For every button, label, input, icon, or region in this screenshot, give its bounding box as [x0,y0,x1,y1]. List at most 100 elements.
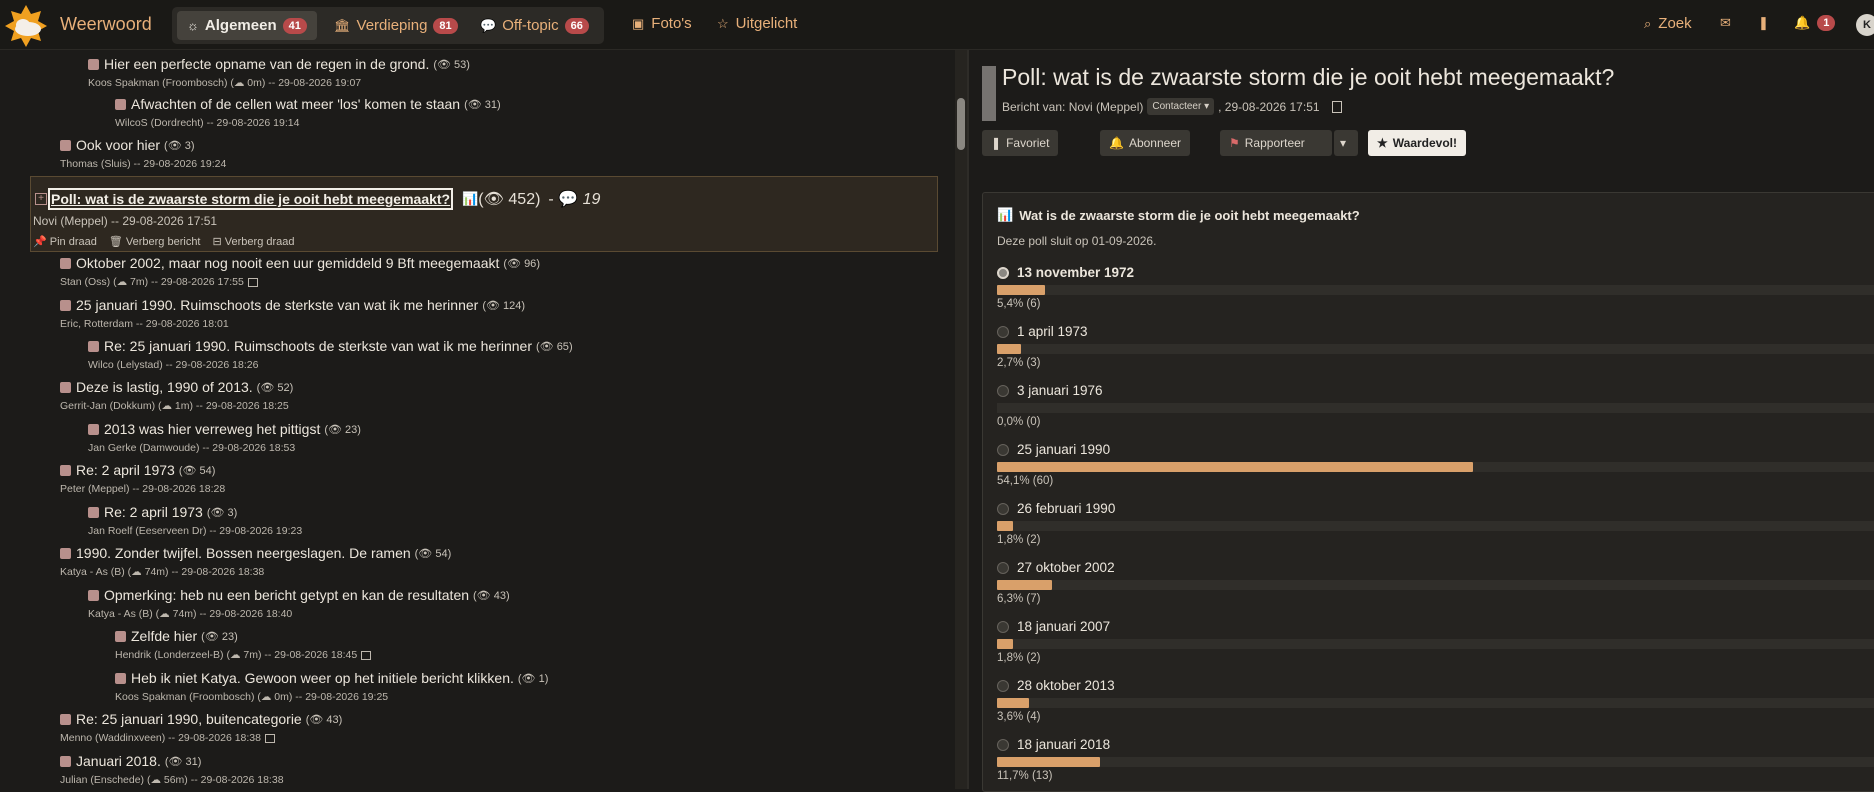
radio-button[interactable] [997,502,1009,515]
list-item[interactable]: Opmerking: heb nu een bericht getypt en … [88,587,510,620]
poll-percentage: 54,1% (60) [997,475,1054,487]
poll-option[interactable]: 26 februari 1990 1,8% (2) [997,501,1874,546]
author-name[interactable]: Bericht van: Novi (Meppel) [1002,100,1143,114]
list-item[interactable]: Heb ik niet Katya. Gewoon weer op het in… [115,670,548,703]
views-value: 96 [524,257,537,270]
list-item[interactable]: Re: 25 januari 1990, buitencategorie (👁 4… [60,711,342,744]
copy-icon[interactable] [1331,100,1342,113]
chat-icon: 💬 [480,17,497,33]
selected-thread[interactable]: + Poll: wat is de zwaarste storm die je … [30,176,938,252]
views-value: 65 [556,340,569,353]
post-meta: Koos Spakman (Froombosch) (☁ 0m) -- 29-0… [88,77,362,89]
views-value: 54 [435,547,448,560]
post-meta: WilcoS (Dordrecht) -- 29-08-2026 19:14 [115,117,300,129]
report-button[interactable]: ⚑ Rapporteer [1220,130,1332,156]
post-meta: Menno (Waddinxveen) -- 29-08-2026 18:38 [60,732,261,744]
post-meta: Katya - As (B) (☁ 74m) -- 29-08-2026 18:… [60,566,265,578]
edit-icon [361,650,372,660]
search-label: Zoek [1658,15,1692,32]
views-count: (👁 54) [414,547,452,560]
radio-button[interactable] [997,266,1009,279]
post-marker-icon [60,713,71,725]
photos-link[interactable]: ▣ Foto's [632,15,692,32]
list-item[interactable]: Re: 25 januari 1990. Ruimschoots de ster… [88,338,573,371]
subscribe-button[interactable]: 🔔 Abonneer [1100,130,1190,156]
views-value: 124 [503,299,522,312]
radio-button[interactable] [997,443,1009,456]
avatar[interactable]: K [1856,14,1874,36]
scrollbar-thumb[interactable] [957,98,965,150]
post-marker-icon [88,589,99,601]
list-item[interactable]: Hier een perfecte opname van de regen in… [88,56,470,89]
report-dropdown-button[interactable]: ▾ [1334,130,1358,156]
option-text: 26 februari 1990 [1017,501,1116,516]
post-meta: Jan Gerke (Damwoude) -- 29-08-2026 18:53 [88,442,296,454]
mail-button[interactable]: ✉ [1720,15,1731,31]
poll-option[interactable]: 1 april 1973 2,7% (3) [997,324,1874,369]
radio-button[interactable] [997,325,1009,338]
list-item[interactable]: 1990. Zonder twijfel. Bossen neergeslage… [60,545,451,578]
poll-bar-fill [997,580,1053,590]
list-item[interactable]: Afwachten of de cellen wat meer 'los' ko… [115,96,501,129]
logo-icon[interactable] [4,4,48,48]
tab-verdieping[interactable]: 🏛 Verdieping 81 [324,11,468,40]
top-bar: Weerwoord ☼ Algemeen 41 🏛 Verdieping 81 … [0,0,1874,50]
brand-name[interactable]: Weerwoord [60,14,152,35]
list-item[interactable]: Januari 2018. (👁 31) Julian (Enschede) (☁… [60,753,284,786]
poll-option[interactable]: 13 november 1972 5,4% (6) [997,265,1874,310]
list-item[interactable]: Re: 2 april 1973 (👁 54) Peter (Meppel) --… [60,462,225,495]
radio-button[interactable] [997,679,1009,692]
reply-value: 19 [582,191,601,208]
expand-icon[interactable]: + [35,193,47,205]
favorite-button[interactable]: ❚ Favoriet [982,130,1059,156]
poll-option[interactable]: 27 oktober 2002 6,3% (7) [997,560,1874,605]
notifications-button[interactable]: 🔔 1 [1794,15,1836,31]
post-meta: Katya - As (B) (☁ 74m) -- 29-08-2026 18:… [88,608,293,620]
post-marker-icon [60,755,71,767]
featured-link[interactable]: ☆ Uitgelicht [717,15,797,32]
list-item[interactable]: Deze is lastig, 1990 of 2013. (👁 52) Gerr… [60,379,293,412]
tab-algemeen[interactable]: ☼ Algemeen 41 [177,11,317,40]
views-count: (👁 124) [482,299,526,312]
list-item[interactable]: Re: 2 april 1973 (👁 3) Jan Roelf (Eeserve… [88,504,302,537]
poll-bar-track [997,285,1874,295]
poll-option[interactable]: 18 januari 2018 11,7% (13) [997,737,1874,782]
radio-button[interactable] [997,620,1009,633]
reply-count: - 💬 19 [548,191,601,208]
tab-off-topic[interactable]: 💬 Off-topic 66 [470,11,599,40]
thread-title-link[interactable]: Poll: wat is de zwaarste storm die je oo… [47,188,454,210]
thread-list-scrollbar[interactable] [955,50,967,789]
hide-post-button[interactable]: 🗑 Verberg bericht [109,235,201,248]
radio-button[interactable] [997,738,1009,751]
contact-dropdown[interactable]: Contacteer ▾ [1147,98,1215,115]
search-link[interactable]: ⌕ Zoek [1644,15,1692,32]
list-item[interactable]: Oktober 2002, maar nog nooit een uur gem… [60,255,540,288]
poll-option[interactable]: 3 januari 1976 0,0% (0) [997,383,1874,428]
poll-percentage: 2,7% (3) [997,357,1041,369]
views-value: 31 [185,755,198,768]
caret-down-icon: ▾ [1204,101,1210,112]
poll-option[interactable]: 18 januari 2007 1,8% (2) [997,619,1874,664]
list-item[interactable]: 2013 was hier verreweg het pittigst (👁 23… [88,421,361,454]
poll-bar-fill [997,285,1045,295]
valuable-button[interactable]: ★ Waardevol! [1368,130,1467,156]
poll-option[interactable]: 28 oktober 2013 3,6% (4) [997,678,1874,723]
radio-button[interactable] [997,561,1009,574]
favorite-label: Favoriet [1006,136,1050,150]
post-meta: Jan Roelf (Eeserveen Dr) -- 29-08-2026 1… [88,525,303,537]
list-item[interactable]: 25 januari 1990. Ruimschoots de sterkste… [60,297,525,330]
hide-thread-label: Verberg draad [224,236,295,248]
hide-thread-button[interactable]: ⊟ Verberg draad [213,235,295,248]
poll-option-label: 3 januari 1976 [997,383,1874,398]
poll-option[interactable]: 25 januari 1990 54,1% (60) [997,442,1874,487]
radio-button[interactable] [997,384,1009,397]
pin-thread-button[interactable]: 📌 Pin draad [33,235,97,248]
bookmarks-button[interactable]: ❚ [1758,15,1769,31]
poll-question: 📊 Wat is de zwaarste storm die je ooit h… [997,207,1360,223]
list-item[interactable]: Ook voor hier (👁 3) Thomas (Sluis) -- 29-… [60,137,226,170]
list-item[interactable]: Zelfde hier (👁 23) Hendrik (Londerzeel-B)… [115,628,372,661]
post-meta: Julian (Enschede) (☁ 56m) -- 29-08-2026 … [60,774,284,786]
option-text: 27 oktober 2002 [1017,560,1115,575]
count-badge: 41 [282,17,307,34]
caret-down-icon: ▾ [1340,136,1347,150]
